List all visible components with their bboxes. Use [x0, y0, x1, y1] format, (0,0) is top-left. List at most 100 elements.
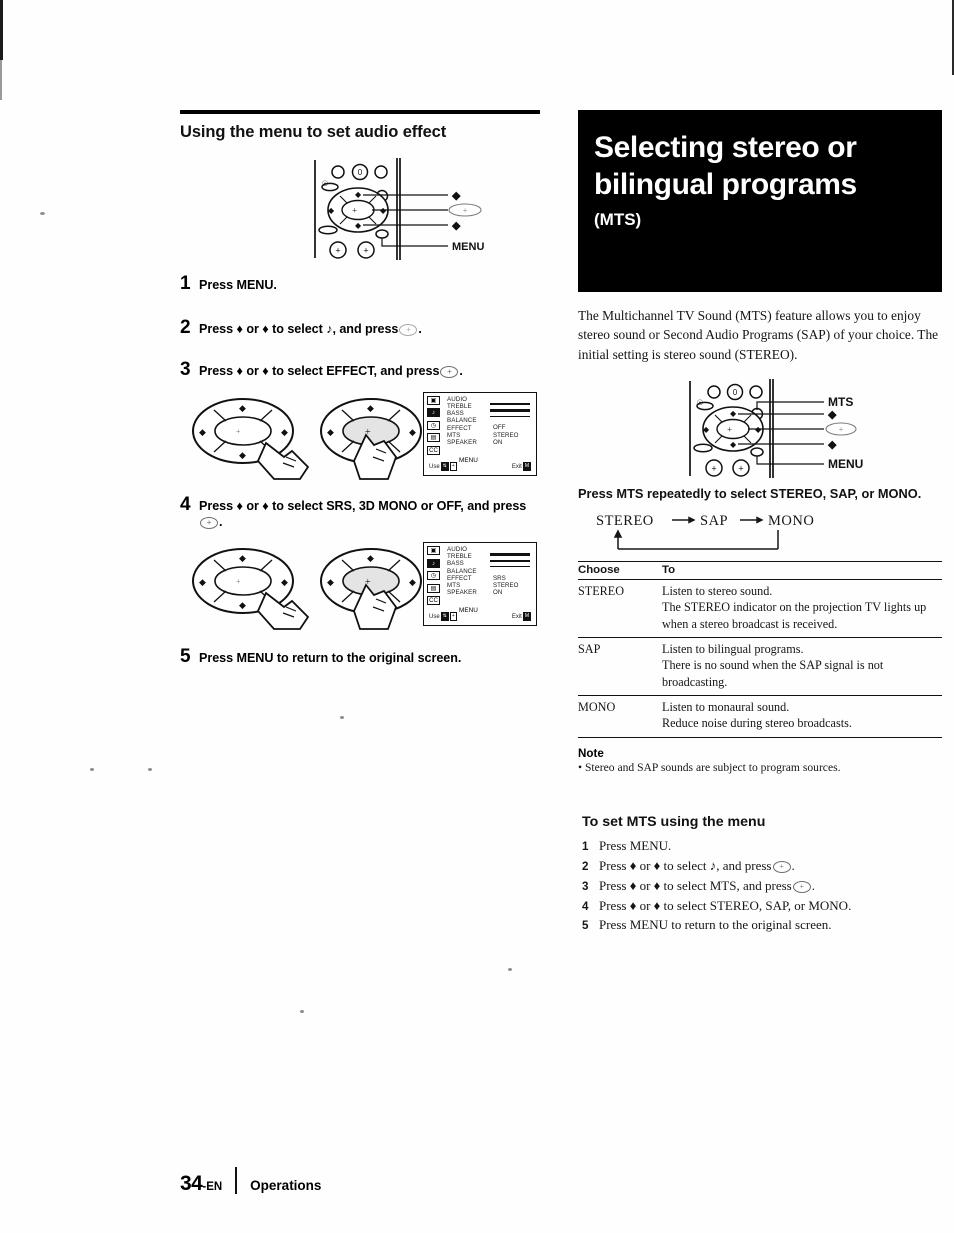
setup-icon: ▤ — [427, 583, 440, 593]
menu-chip-icon: M — [522, 612, 531, 622]
svg-text:+: + — [738, 464, 743, 474]
scan-artifact-left — [0, 0, 3, 60]
section-rule — [180, 110, 540, 114]
osd-use-label: Use — [429, 614, 440, 621]
svg-text:+: + — [335, 246, 340, 256]
svg-text:+: + — [711, 464, 716, 474]
osd-use-group: Use ⇅ + — [429, 461, 457, 471]
svg-text:◆: ◆ — [367, 553, 374, 563]
osd-bar-balance — [490, 566, 530, 568]
table-header-row: Choose To — [578, 560, 942, 580]
svg-text:0: 0 — [358, 168, 363, 177]
cycle-option-sap: SAP — [700, 513, 728, 529]
step-1: 1 Press MENU. — [180, 274, 540, 294]
osd-use-group: Use ⇅ + — [429, 612, 457, 622]
svg-text:◆: ◆ — [367, 403, 374, 413]
scan-artifact-left-lower — [0, 60, 2, 100]
svg-text:0: 0 — [733, 388, 738, 397]
osd-item: SPEAKER — [447, 439, 477, 447]
menu-chip-icon: M — [522, 461, 531, 471]
osd-bar-treble — [490, 553, 530, 556]
scan-speck — [300, 1010, 304, 1013]
osd-item: BASS — [447, 560, 464, 568]
osd-item: BALANCE — [447, 417, 477, 425]
left-column: Using the menu to set audio effect 0 + +… — [180, 110, 540, 667]
clock-icon: ◷ — [427, 420, 440, 430]
scan-speck — [148, 768, 152, 771]
menu-step-text: Press ♦ or ♦ to select STEREO, SAP, or M… — [599, 897, 852, 913]
menu-step-4: 4 Press ♦ or ♦ to select STEREO, SAP, or … — [582, 896, 942, 916]
osd-item: BASS — [447, 410, 464, 418]
svg-text:+: + — [352, 206, 357, 216]
step-number: 4 — [180, 493, 191, 515]
dpad-chip-icon: ⇅ — [440, 461, 449, 471]
svg-text:+: + — [463, 206, 468, 215]
osd-value: STEREO — [493, 581, 519, 589]
svg-text:◆: ◆ — [355, 221, 362, 230]
table-cell-to: Listen to bilingual programs. There is n… — [662, 637, 942, 697]
step-text-tail: . — [418, 321, 422, 336]
menu-step-5: 5 Press MENU to return to the original sc… — [582, 915, 942, 935]
svg-text:◆: ◆ — [355, 190, 362, 199]
step-text: Press ♦ or ♦ to select EFFECT, and press… — [199, 360, 463, 380]
osd-bar-bass — [490, 559, 530, 563]
osd-item: AUDIO — [447, 546, 468, 554]
menu-step-1: 1 Press MENU. — [582, 836, 942, 856]
osd-icon-column: ▣ ♪ ◷ ▤ CC — [427, 546, 444, 609]
menu-step-number: 1 — [582, 839, 589, 853]
osd-use-label: Use — [429, 463, 440, 470]
osd-item-list: AUDIO TREBLE BASS BALANCE EFFECT MTS SPE… — [447, 546, 477, 596]
step-2: 2 Press ♦ or ♦ to select ♪, and press +. — [180, 316, 540, 338]
menu-step-number: 5 — [582, 919, 589, 933]
menu-section-steps: 1 Press MENU. 2 Press ♦ or ♦ to select ♪, … — [582, 836, 942, 935]
osd-item: MTS — [447, 582, 461, 590]
right-column: Selecting stereo or bilingual programs (… — [578, 110, 942, 935]
music-note-icon: ♪ — [427, 408, 440, 418]
cycle-option-mono: MONO — [768, 513, 814, 529]
osd-item: SPEAKER — [447, 589, 477, 597]
table-row: MONO Listen to monaural sound. Reduce no… — [578, 695, 942, 738]
enter-button-icon: + — [772, 860, 791, 873]
mts-instruction: Press MTS repeatedly to select STEREO, S… — [578, 486, 922, 502]
osd-item: BALANCE — [447, 567, 477, 575]
osd-item: TREBLE — [447, 403, 472, 411]
osd-value: ON — [493, 588, 503, 596]
section-title-line2: bilingual programs — [594, 167, 857, 201]
svg-text:◆: ◆ — [327, 577, 334, 587]
enter-button-icon: + — [399, 323, 418, 336]
scan-speck — [340, 716, 344, 719]
osd-value: STEREO — [493, 431, 519, 439]
step-number: 2 — [180, 316, 191, 338]
remote-diagram-mts: 0 + + ☉ ◆ ◆ ◆ ◆ + MTS ◆ ◆ MENU + — [578, 376, 942, 481]
table-cell-to: Listen to stereo sound. The STEREO indic… — [662, 579, 942, 639]
svg-text:◆: ◆ — [239, 600, 246, 610]
music-note-icon: ♪ — [427, 558, 440, 568]
step-number: 5 — [180, 646, 191, 668]
table-header-to: To — [662, 560, 942, 580]
svg-text:◆: ◆ — [409, 577, 416, 587]
cc-icon: CC — [427, 445, 440, 455]
svg-text:☉: ☉ — [322, 179, 329, 188]
svg-text:◆: ◆ — [239, 553, 246, 563]
scan-speck — [90, 768, 94, 771]
menu-step-text: Press MENU. — [599, 837, 672, 853]
osd-exit-label: Exit — [511, 463, 522, 470]
svg-text:+: + — [727, 425, 732, 435]
footer-divider — [235, 1167, 238, 1194]
page-title: Using the menu to set audio effect — [180, 123, 447, 141]
enter-button-icon: + — [200, 517, 218, 530]
clock-icon: ◷ — [427, 571, 440, 581]
tv-icon: ▣ — [427, 395, 440, 405]
osd-bar-treble — [490, 402, 530, 406]
osd-item: EFFECT — [447, 424, 472, 432]
svg-text:+: + — [839, 425, 844, 434]
osd-value: ON — [493, 438, 503, 446]
scan-speck — [508, 968, 512, 971]
osd-level-bars — [490, 553, 530, 571]
table-cell-choose: MONO — [578, 695, 662, 738]
step-text: Press ♦ or ♦ to select ♪, and press +. — [199, 318, 422, 338]
table-cell-to: Listen to monaural sound. Reduce noise d… — [662, 695, 942, 738]
osd-bar-bass — [490, 409, 530, 412]
step4-illustration-row: ◆◆ ◆◆ + ◆◆ ◆◆ + — [180, 541, 540, 633]
enter-chip-icon: + — [449, 461, 457, 471]
